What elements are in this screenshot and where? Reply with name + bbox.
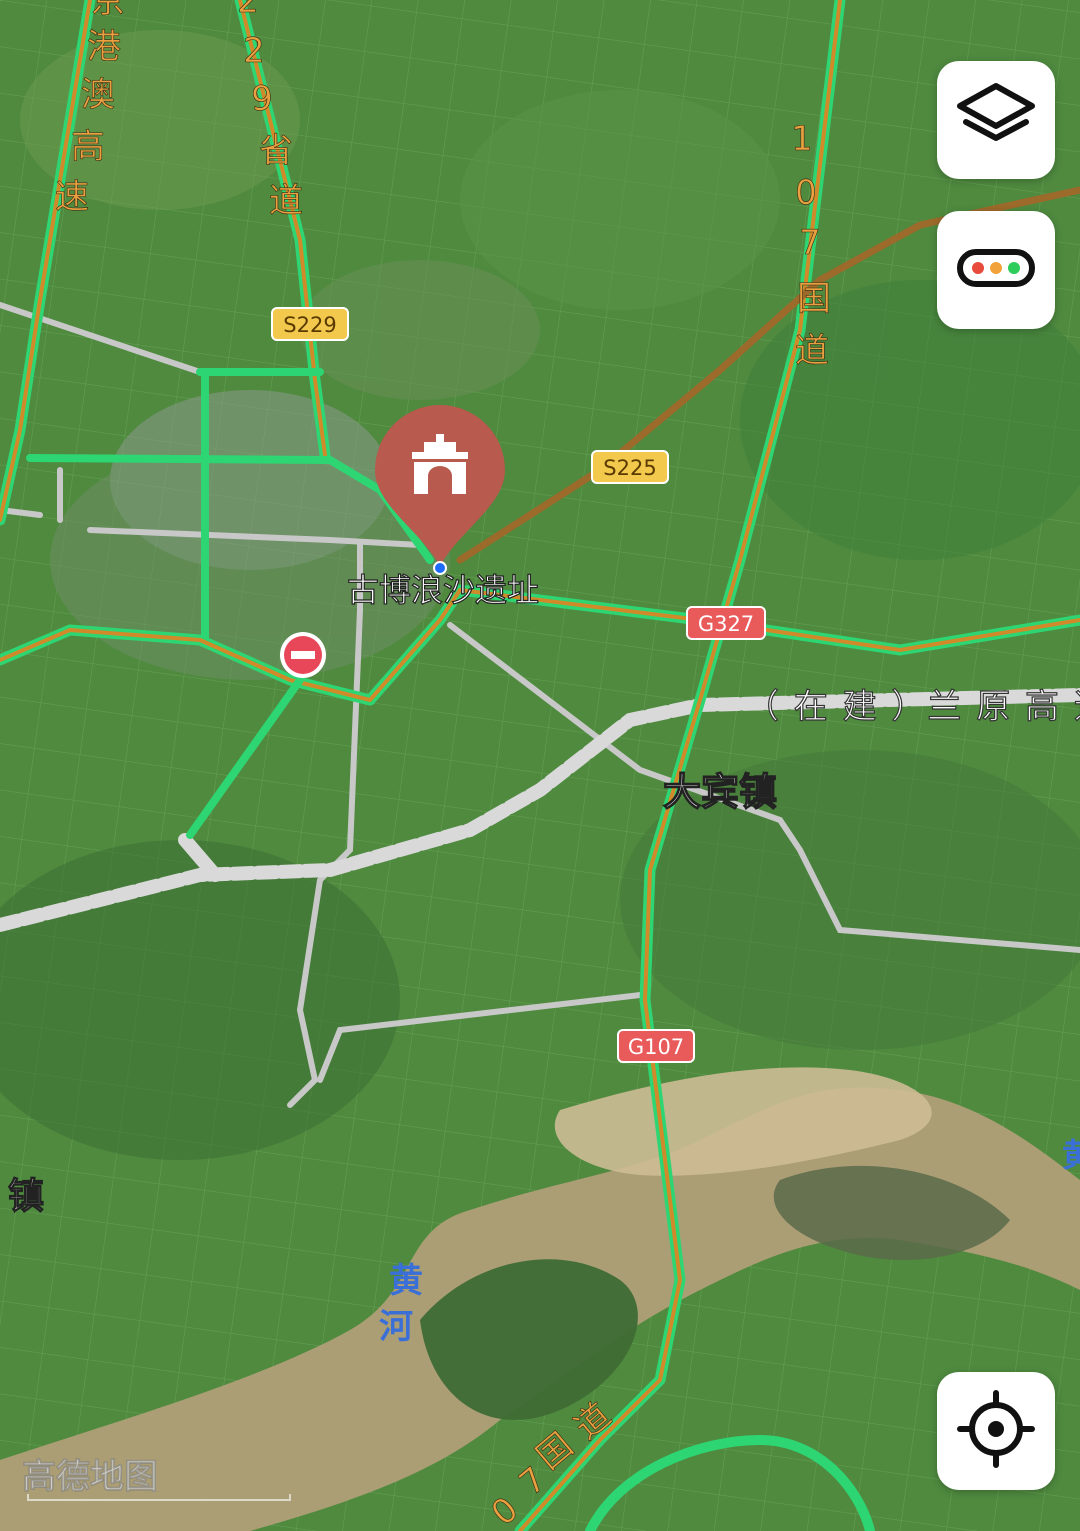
jinggangao-char-4: 速 — [55, 177, 89, 217]
provincial-229-char-3: 省 — [259, 131, 293, 171]
shield-g107-text: G107 — [628, 1035, 684, 1059]
locate-icon — [954, 1387, 1038, 1475]
jinggangao-char-3: 高 — [71, 127, 105, 167]
road-closure-icon[interactable] — [280, 632, 326, 678]
shield-s229-text: S229 — [283, 313, 336, 337]
national-107-north-char-2: 7 — [799, 223, 821, 263]
satellite-map[interactable]: 京 港 澳 高 速 2 2 9 省 道 1 0 7 国 道 0 7 国 道 （ … — [0, 0, 1080, 1531]
river-label-edge-right: 黄 — [1062, 1136, 1080, 1174]
shield-s225-text: S225 — [603, 456, 656, 480]
jinggangao-char-1: 港 — [87, 27, 121, 67]
shield-g327-text: G327 — [698, 612, 754, 636]
national-107-north-char-3: 国 — [797, 279, 831, 319]
river-label-char-0: 黄 — [389, 1261, 423, 1301]
provincial-229-char-4: 道 — [269, 181, 303, 221]
road-label-lanyuan: （ 在 建 ）兰 原 高 速 — [745, 687, 1080, 727]
traffic-toggle-button[interactable] — [937, 211, 1055, 329]
provincial-229-char-2: 9 — [251, 79, 273, 119]
traffic-light-icon — [954, 226, 1038, 314]
shield-s225: S225 — [591, 450, 669, 484]
provincial-229-char-1: 2 — [243, 31, 265, 71]
poi-label[interactable]: 古博浪沙遗址 — [346, 570, 539, 609]
national-107-north-char-0: 1 — [791, 119, 813, 159]
shield-g327: G327 — [686, 606, 766, 640]
layers-icon — [954, 76, 1038, 164]
town-label-edge-left: 镇 — [8, 1176, 44, 1217]
river-label-char-1: 河 — [379, 1307, 413, 1347]
shield-s229: S229 — [271, 307, 349, 341]
jinggangao-char-0: 京 — [91, 0, 125, 21]
layers-button[interactable] — [937, 61, 1055, 179]
town-label-dabin[interactable]: 大宾镇 — [662, 769, 777, 814]
national-107-north-char-4: 道 — [795, 331, 829, 371]
locate-button[interactable] — [937, 1372, 1055, 1490]
amap-watermark: 高德地图 — [22, 1457, 158, 1497]
provincial-229-char-0: 2 — [237, 0, 259, 21]
national-107-north-char-1: 0 — [795, 173, 817, 213]
jinggangao-char-2: 澳 — [81, 75, 115, 115]
shield-g107: G107 — [617, 1029, 695, 1063]
